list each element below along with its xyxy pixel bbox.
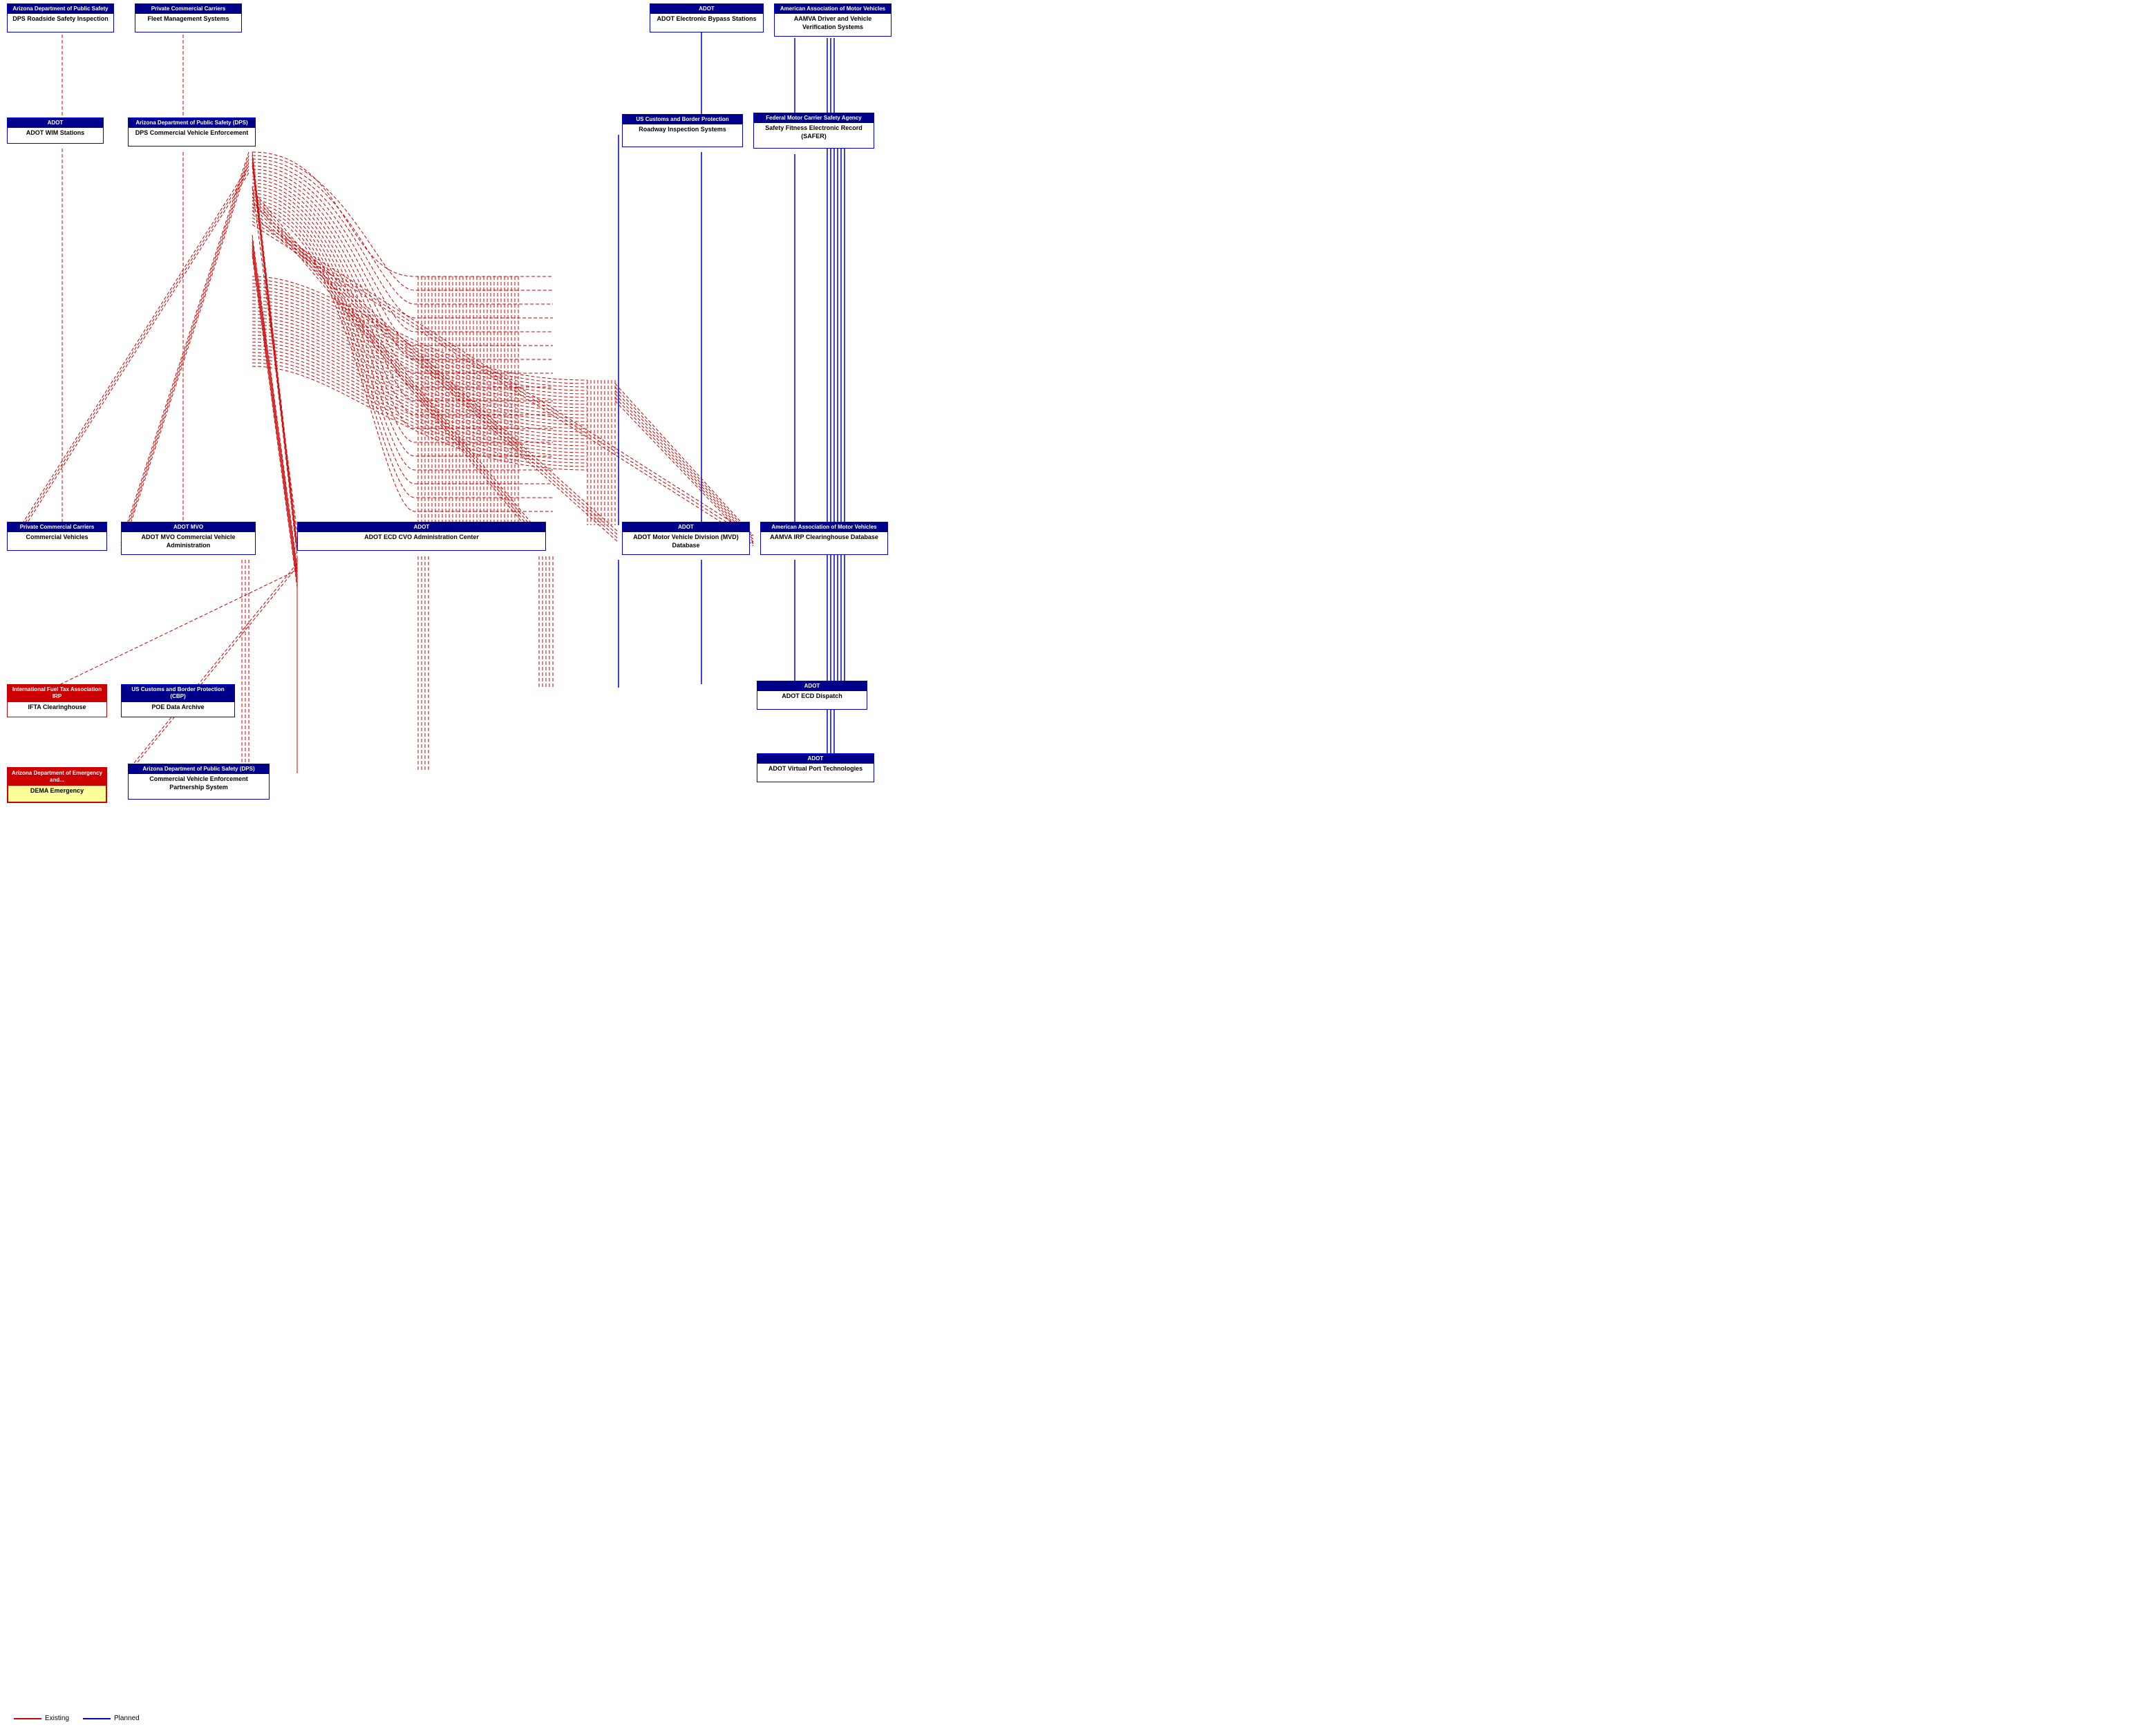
node-cbp-org: US Customs and Border Protection <box>623 115 742 124</box>
node-aamva-irp-sys: AAMVA IRP Clearinghouse Database <box>764 534 884 542</box>
node-cv-sys: Commercial Vehicles <box>11 534 103 542</box>
node-mvo-org: ADOT MVO <box>122 522 255 532</box>
node-safer-sys: Safety Fitness Electronic Record (SAFER) <box>757 124 870 140</box>
node-ecd-dispatch: ADOT ADOT ECD Dispatch <box>757 681 867 710</box>
node-dps-roadside: Arizona Department of Public Safety DPS … <box>7 3 114 32</box>
node-ecd-admin: ADOT ADOT ECD CVO Administration Center <box>297 522 546 551</box>
node-adot-mvo: ADOT MVO ADOT MVO Commercial Vehicle Adm… <box>121 522 256 555</box>
node-aamva-driver-org: American Association of Motor Vehicles <box>775 4 891 14</box>
node-dps-roadside-org: Arizona Department of Public Safety <box>8 4 113 14</box>
legend-planned: Planned <box>83 1715 140 1722</box>
legend: Existing Planned <box>14 1715 140 1722</box>
node-aamva-irp: American Association of Motor Vehicles A… <box>760 522 888 555</box>
node-dps-cve-org: Arizona Department of Public Safety (DPS… <box>129 118 255 128</box>
node-bypass-sys: ADOT Electronic Bypass Stations <box>654 15 760 23</box>
node-poe-org: US Customs and Border Protection (CBP) <box>122 685 234 702</box>
node-vpt-org: ADOT <box>757 754 874 764</box>
node-adot-bypass: ADOT ADOT Electronic Bypass Stations <box>650 3 764 32</box>
node-poe: US Customs and Border Protection (CBP) P… <box>121 684 235 717</box>
connection-lines <box>0 0 2150 1736</box>
node-dps-roadside-sys: DPS Roadside Safety Inspection <box>11 15 110 23</box>
node-dema-sys: DEMA Emergency <box>12 787 102 795</box>
node-wim-org: ADOT <box>8 118 103 128</box>
node-dema-org: Arizona Department of Emergency and... <box>8 768 106 786</box>
node-safer-org: Federal Motor Carrier Safety Agency <box>754 113 874 123</box>
node-wim: ADOT ADOT WIM Stations <box>7 117 104 144</box>
node-aamva-driver: American Association of Motor Vehicles A… <box>774 3 892 37</box>
legend-existing-line <box>14 1718 41 1719</box>
node-dispatch-org: ADOT <box>757 681 867 691</box>
node-cveps-org: Arizona Department of Public Safety (DPS… <box>129 764 269 774</box>
node-ecd-sys: ADOT ECD CVO Administration Center <box>301 534 542 542</box>
node-dps-cve-sys: DPS Commercial Vehicle Enforcement <box>132 129 252 138</box>
node-ifta-org: International Fuel Tax Association IRP <box>8 685 106 702</box>
node-cv-org: Private Commercial Carriers <box>8 522 106 532</box>
node-fleet-mgmt: Private Commercial Carriers Fleet Manage… <box>135 3 242 32</box>
node-ifta-sys: IFTA Clearinghouse <box>11 704 103 712</box>
legend-planned-line <box>83 1718 111 1719</box>
node-ecd-org: ADOT <box>298 522 545 532</box>
node-aamva-irp-org: American Association of Motor Vehicles <box>761 522 887 532</box>
node-fleet-sys: Fleet Management Systems <box>139 15 238 23</box>
node-fleet-org: Private Commercial Carriers <box>135 4 241 14</box>
node-cbp-roadway: US Customs and Border Protection Roadway… <box>622 114 743 147</box>
node-mvd-sys: ADOT Motor Vehicle Division (MVD) Databa… <box>626 534 746 549</box>
node-mvo-sys: ADOT MVO Commercial Vehicle Administrati… <box>125 534 252 549</box>
node-wim-sys: ADOT WIM Stations <box>11 129 100 138</box>
node-poe-sys: POE Data Archive <box>125 704 231 712</box>
node-bypass-org: ADOT <box>650 4 763 14</box>
legend-planned-label: Planned <box>114 1715 140 1722</box>
node-comm-vehicles: Private Commercial Carriers Commercial V… <box>7 522 107 551</box>
node-mvd-org: ADOT <box>623 522 749 532</box>
legend-existing: Existing <box>14 1715 69 1722</box>
node-dps-cve: Arizona Department of Public Safety (DPS… <box>128 117 256 147</box>
node-aamva-driver-sys: AAMVA Driver and Vehicle Verification Sy… <box>778 15 887 31</box>
diagram-container: Arizona Department of Public Safety DPS … <box>0 0 2150 1736</box>
node-vpt-sys: ADOT Virtual Port Technologies <box>761 765 870 773</box>
node-mvd: ADOT ADOT Motor Vehicle Division (MVD) D… <box>622 522 750 555</box>
node-cbp-sys: Roadway Inspection Systems <box>626 126 739 134</box>
node-safer: Federal Motor Carrier Safety Agency Safe… <box>753 113 874 149</box>
legend-existing-label: Existing <box>45 1715 69 1722</box>
node-ifta: International Fuel Tax Association IRP I… <box>7 684 107 717</box>
node-cveps: Arizona Department of Public Safety (DPS… <box>128 764 270 800</box>
node-dema: Arizona Department of Emergency and... D… <box>7 767 107 803</box>
node-dispatch-sys: ADOT ECD Dispatch <box>761 692 863 701</box>
node-vpt: ADOT ADOT Virtual Port Technologies <box>757 753 874 782</box>
node-cveps-sys: Commercial Vehicle Enforcement Partnersh… <box>132 775 265 791</box>
